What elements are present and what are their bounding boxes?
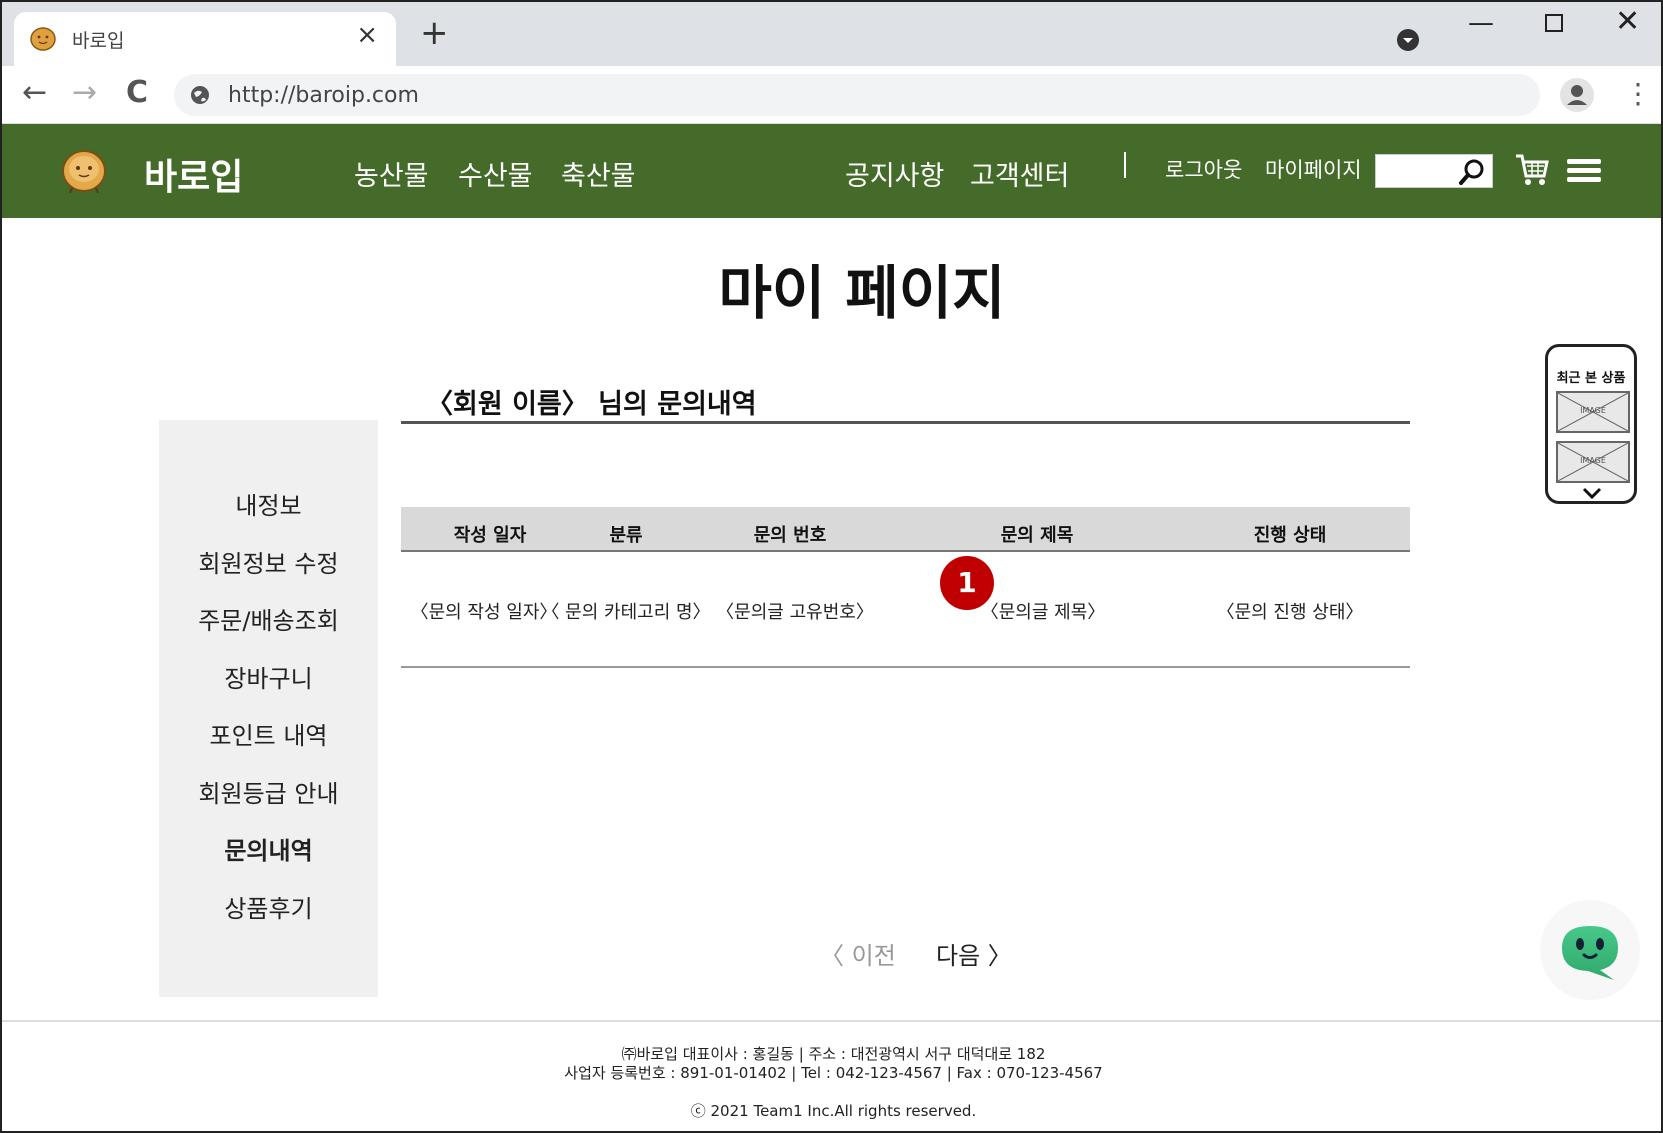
nav-item-seafood[interactable]: 수산물: [458, 154, 533, 193]
sidebar-item-membership[interactable]: 회원등급 안내: [159, 774, 378, 809]
nav-item-agriculture[interactable]: 농산물: [354, 154, 429, 193]
potato-logo-icon[interactable]: [58, 144, 110, 196]
logout-link[interactable]: 로그아웃: [1165, 154, 1242, 184]
header-divider: [1124, 152, 1126, 178]
extension-icon[interactable]: [1396, 28, 1420, 52]
recent-products-title: 최근 본 상품: [1556, 371, 1626, 386]
url-text: http://baroip.com: [228, 83, 419, 108]
hamburger-menu-icon[interactable]: [1567, 158, 1601, 184]
browser-window: 바로입 × + — ✕ ← → C http://baroip.com ⋮ 바로…: [0, 0, 1663, 1133]
cell-date: 〈문의 작성 일자〉: [410, 602, 558, 623]
table-bottom-rule: [401, 666, 1410, 668]
browser-tab[interactable]: 바로입 ×: [14, 12, 396, 66]
image-label: IMAGE: [1580, 406, 1606, 415]
globe-icon: [191, 86, 209, 104]
footer-contact-info: 사업자 등록번호 : 891-01-01402 | Tel : 042-123-…: [564, 1064, 1103, 1082]
mypage-sidebar: 내정보 회원정보 수정 주문/배송조회 장바구니 포인트 내역 회원등급 안내 …: [159, 420, 378, 997]
minimize-icon[interactable]: —: [1468, 8, 1494, 38]
column-header-number: 문의 번호: [753, 525, 827, 546]
back-icon[interactable]: ←: [22, 78, 47, 108]
nav-item-customer-center[interactable]: 고객센터: [970, 154, 1069, 193]
account-icon[interactable]: [1560, 78, 1594, 112]
search-input[interactable]: [1375, 154, 1493, 188]
sidebar-item-my-info[interactable]: 내정보: [159, 486, 378, 521]
recent-products-widget: 최근 본 상품 IMAGE IMAGE: [1545, 344, 1637, 504]
section-divider: [401, 421, 1410, 424]
chatbot-button[interactable]: [1540, 900, 1640, 1000]
footer-copyright: ⓒ 2021 Team1 Inc.All rights reserved.: [690, 1102, 977, 1120]
recent-product-thumbnail[interactable]: IMAGE: [1556, 441, 1630, 483]
cell-status: 〈문의 진행 상태〉: [1216, 602, 1364, 623]
footer-divider: [2, 1020, 1661, 1022]
sidebar-item-orders[interactable]: 주문/배송조회: [159, 601, 378, 636]
reload-icon[interactable]: C: [126, 78, 148, 108]
new-tab-icon[interactable]: +: [420, 16, 449, 50]
cell-number: 〈문의글 고유번호〉: [716, 602, 874, 623]
recent-product-thumbnail[interactable]: IMAGE: [1556, 391, 1630, 433]
tab-close-icon[interactable]: ×: [356, 22, 378, 48]
table-header: 작성 일자 분류 문의 번호 문의 제목 진행 상태: [401, 507, 1410, 552]
sidebar-item-reviews[interactable]: 상품후기: [159, 889, 378, 924]
image-label: IMAGE: [1580, 456, 1606, 465]
column-header-category: 분류: [609, 525, 643, 546]
chevron-down-icon[interactable]: [1582, 487, 1602, 499]
section-title: 〈회원 이름〉 님의 문의내역: [426, 389, 757, 420]
logo-text[interactable]: 바로입: [144, 148, 243, 200]
prev-page-button[interactable]: 〈 이전: [820, 936, 896, 971]
tab-bar: 바로입 × + — ✕: [2, 2, 1661, 66]
cell-title[interactable]: 〈문의글 제목〉: [981, 598, 1106, 624]
sidebar-item-points[interactable]: 포인트 내역: [159, 716, 378, 751]
sidebar-item-edit-profile[interactable]: 회원정보 수정: [159, 544, 378, 579]
cell-category: 〈 문의 카테고리 명〉: [541, 602, 711, 623]
next-page-button[interactable]: 다음 〉: [936, 936, 1012, 971]
address-bar: ← → C http://baroip.com ⋮: [2, 66, 1661, 124]
potato-logo-icon: [30, 27, 56, 51]
window-close-icon[interactable]: ✕: [1615, 4, 1640, 39]
column-header-status: 진행 상태: [1253, 525, 1327, 546]
search-icon[interactable]: [1458, 158, 1486, 186]
nav-item-notice[interactable]: 공지사항: [845, 154, 944, 193]
column-header-title: 문의 제목: [1000, 525, 1074, 546]
page-title: 마이 페이지: [718, 259, 1006, 327]
cart-icon[interactable]: [1514, 152, 1550, 188]
column-header-date: 작성 일자: [453, 525, 527, 546]
mypage-link[interactable]: 마이페이지: [1265, 154, 1362, 184]
chatbot-icon: [1562, 926, 1618, 980]
nav-item-livestock[interactable]: 축산물: [561, 154, 636, 193]
annotation-badge: 1: [940, 556, 994, 610]
site-header: 바로입 농산물 수산물 축산물 공지사항 고객센터 로그아웃 마이페이지: [2, 124, 1661, 218]
sidebar-item-inquiries[interactable]: 문의내역: [159, 831, 378, 866]
more-menu-icon[interactable]: ⋮: [1624, 80, 1652, 108]
sidebar-item-cart[interactable]: 장바구니: [159, 659, 378, 694]
maximize-icon[interactable]: [1545, 14, 1563, 32]
forward-icon[interactable]: →: [72, 78, 97, 108]
footer-company-info: ㈜바로입 대표이사 : 홍길동 | 주소 : 대전광역시 서구 대덕대로 182: [621, 1045, 1046, 1063]
url-field[interactable]: http://baroip.com: [174, 74, 1540, 116]
tab-title: 바로입: [72, 30, 125, 52]
